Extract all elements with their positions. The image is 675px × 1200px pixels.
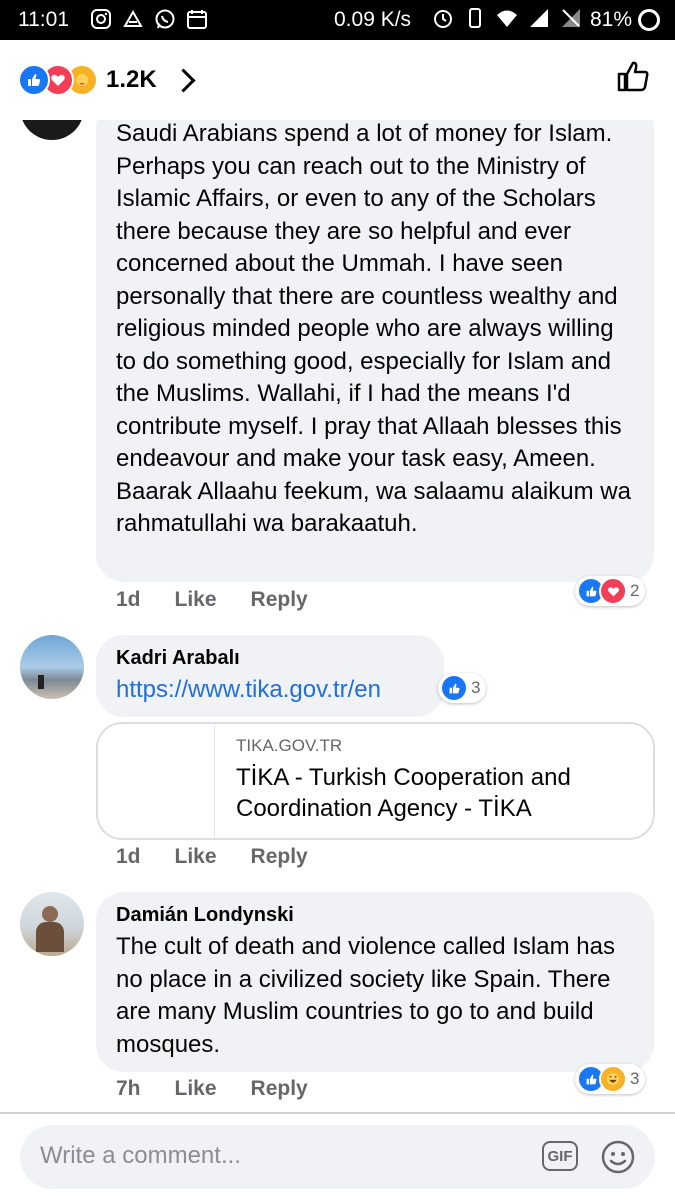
reactions-summary[interactable]: 1.2K xyxy=(18,64,196,96)
status-time: 11:01 xyxy=(18,8,69,31)
comment-text: Saudi Arabians spend a lot of money for … xyxy=(116,120,631,537)
comment-time: 1d xyxy=(116,588,141,611)
reply-button[interactable]: Reply xyxy=(251,588,308,612)
chevron-right-icon xyxy=(171,67,196,93)
emoji-icon[interactable] xyxy=(600,1139,636,1175)
calendar-icon xyxy=(187,10,207,29)
battery-icon xyxy=(638,9,660,31)
comment-author[interactable]: Kadri Arabalı xyxy=(116,647,424,670)
link-preview-thumbnail xyxy=(98,724,215,838)
like-comment-button[interactable]: Like xyxy=(175,1077,217,1101)
status-bar: 11:01 0.09 K/s 81% xyxy=(0,0,675,40)
reaction-count: 1.2K xyxy=(106,66,157,93)
comment-input[interactable]: Write a comment... xyxy=(40,1142,241,1170)
link-preview-card[interactable]: TIKA.GOV.TR TİKA - Turkish Cooperation a… xyxy=(96,722,655,840)
comment-reactions[interactable]: 3 xyxy=(438,673,487,703)
vibrate-icon xyxy=(469,8,481,28)
reaction-count: 3 xyxy=(630,1069,640,1088)
instagram-icon xyxy=(91,9,111,29)
reaction-count: 2 xyxy=(630,581,640,600)
love-icon xyxy=(599,577,627,605)
app-notification-icon xyxy=(123,9,143,27)
avatar[interactable] xyxy=(20,120,84,140)
comment-bubble[interactable]: Damián Londynski The cult of death and v… xyxy=(96,892,654,1072)
reaction-count: 3 xyxy=(471,678,481,697)
reply-button[interactable]: Reply xyxy=(251,845,308,869)
comment-bubble[interactable]: Saudi Arabians spend a lot of money for … xyxy=(96,120,654,582)
alarm-icon xyxy=(434,10,452,28)
link-preview-title: TİKA - Turkish Cooperation and Coordinat… xyxy=(236,764,571,822)
comment-time: 1d xyxy=(116,845,141,868)
reactions-header: 1.2K xyxy=(0,40,675,120)
no-sim-icon xyxy=(562,9,580,27)
comment-actions: 7h Like Reply xyxy=(116,1077,308,1101)
system-icons xyxy=(432,7,582,29)
battery-level: 81% xyxy=(590,8,633,31)
comment-reactions[interactable]: 2 xyxy=(575,576,646,606)
like-comment-button[interactable]: Like xyxy=(175,845,217,869)
divider xyxy=(0,1112,675,1114)
comment-composer[interactable]: Write a comment... GIF xyxy=(20,1125,655,1189)
comment-actions: 1d Like Reply xyxy=(116,845,308,869)
gif-button[interactable]: GIF xyxy=(542,1141,578,1171)
notification-icons xyxy=(90,8,208,30)
comment-link[interactable]: https://www.tika.gov.tr/en xyxy=(116,674,424,706)
comment-reactions[interactable]: 3 xyxy=(575,1064,646,1094)
like-icon xyxy=(18,64,50,96)
avatar[interactable] xyxy=(20,635,84,699)
whatsapp-icon xyxy=(155,9,175,29)
comment-bubble[interactable]: Kadri Arabalı https://www.tika.gov.tr/en xyxy=(96,635,444,717)
network-speed: 0.09 K/s xyxy=(334,8,412,31)
comment-author[interactable]: Damián Londynski xyxy=(116,904,634,927)
wifi-icon xyxy=(497,10,517,27)
like-icon xyxy=(440,674,468,702)
signal-icon xyxy=(530,9,548,27)
comments-list[interactable]: Saudi Arabians spend a lot of money for … xyxy=(0,120,675,1112)
comment-time: 7h xyxy=(116,1077,141,1100)
avatar[interactable] xyxy=(20,892,84,956)
comment-text: The cult of death and violence called Is… xyxy=(116,933,615,1058)
comment-actions: 1d Like Reply xyxy=(116,588,308,612)
link-preview-domain: TIKA.GOV.TR xyxy=(236,736,343,755)
reply-button[interactable]: Reply xyxy=(251,1077,308,1101)
like-comment-button[interactable]: Like xyxy=(175,588,217,612)
haha-icon xyxy=(599,1065,627,1093)
like-button[interactable] xyxy=(615,58,651,94)
